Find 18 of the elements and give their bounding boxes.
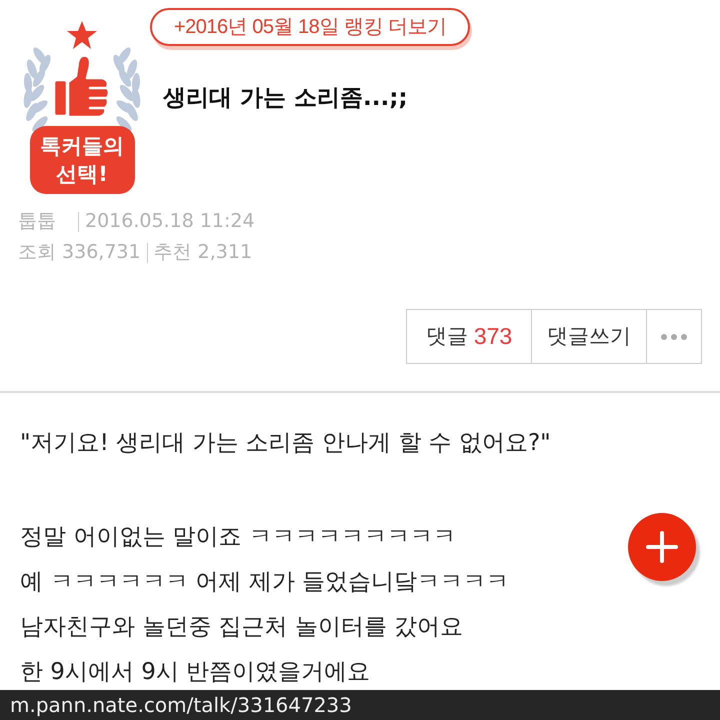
post-stat: 추천 2,311 (154, 240, 252, 265)
more-icon (661, 334, 687, 340)
body-text-line: 한 9시에서 9시 반쯤이였을거에요 (20, 658, 370, 687)
write-comment-button[interactable]: 댓글쓰기 (532, 310, 647, 363)
plus-icon (646, 531, 678, 563)
body-text-line: 남자친구와 놀던중 집근처 놀이터를 갔어요 (20, 613, 464, 642)
post-stat: 조회 336,731 (18, 240, 141, 265)
author-name: 툽툽 (18, 209, 56, 234)
thumbs-up-icon (52, 54, 110, 118)
body-text-line: 예 ㅋㅋㅋㅋㅋㅋ 어제 제가 들었습니닼ㅋㅋㅋㅋ (20, 568, 510, 597)
body-text-line: 정말 어이없는 말이죠 ㅋㅋㅋㅋㅋㅋㅋㅋㅋ (20, 523, 456, 552)
body-text-line: "저기요! 생리대 가는 소리좀 안나게 할 수 없어요?" (20, 429, 551, 458)
post-title: 생리대 가는 소리좀...;; (163, 84, 408, 112)
comments-button[interactable]: 댓글 373 (407, 310, 532, 363)
url-text: m.pann.nate.com/talk/331647233 (10, 692, 352, 719)
post-date: 2016.05.18 11:24 (85, 209, 255, 234)
award-label: 톡커들의 선택! (30, 126, 134, 194)
star-icon (67, 21, 97, 49)
